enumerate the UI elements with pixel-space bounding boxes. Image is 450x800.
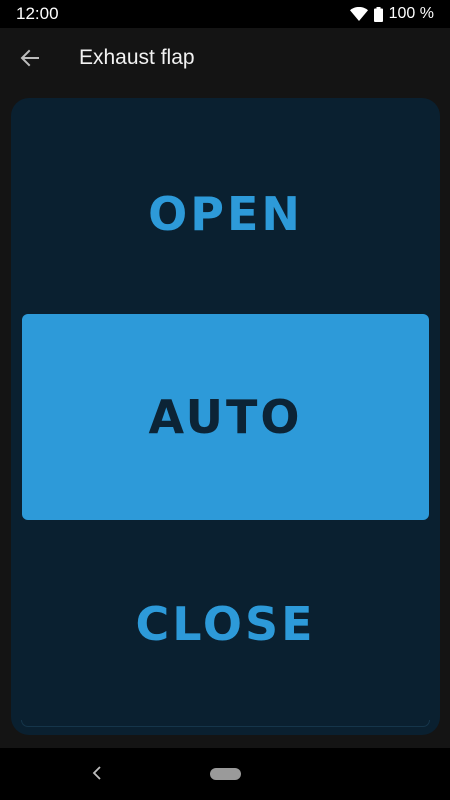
arrow-left-icon — [20, 49, 39, 67]
panel-rim — [21, 720, 430, 727]
navigation-bar — [0, 748, 450, 800]
wifi-icon — [349, 7, 368, 21]
battery-percent: 100 % — [388, 5, 434, 22]
status-bar: 12:00 100 % — [0, 0, 450, 28]
battery-full-icon — [373, 6, 383, 22]
home-pill-icon[interactable] — [210, 768, 241, 780]
status-time: 12:00 — [16, 4, 59, 23]
status-icons: 100 % — [349, 4, 434, 24]
app-bar: Exhaust flap — [0, 28, 450, 88]
chevron-left-icon — [92, 766, 101, 780]
back-button[interactable] — [14, 42, 46, 74]
page-title: Exhaust flap — [79, 46, 195, 69]
auto-button[interactable]: AUTO — [22, 314, 429, 520]
flap-mode-panel: OPEN AUTO CLOSE — [11, 98, 440, 735]
open-button[interactable]: OPEN — [22, 138, 429, 290]
close-button[interactable]: CLOSE — [22, 544, 429, 704]
app-screen: 12:00 100 % Exhaust flap OPEN AUTO CLOSE — [0, 0, 450, 800]
nav-back-button[interactable] — [88, 764, 106, 782]
